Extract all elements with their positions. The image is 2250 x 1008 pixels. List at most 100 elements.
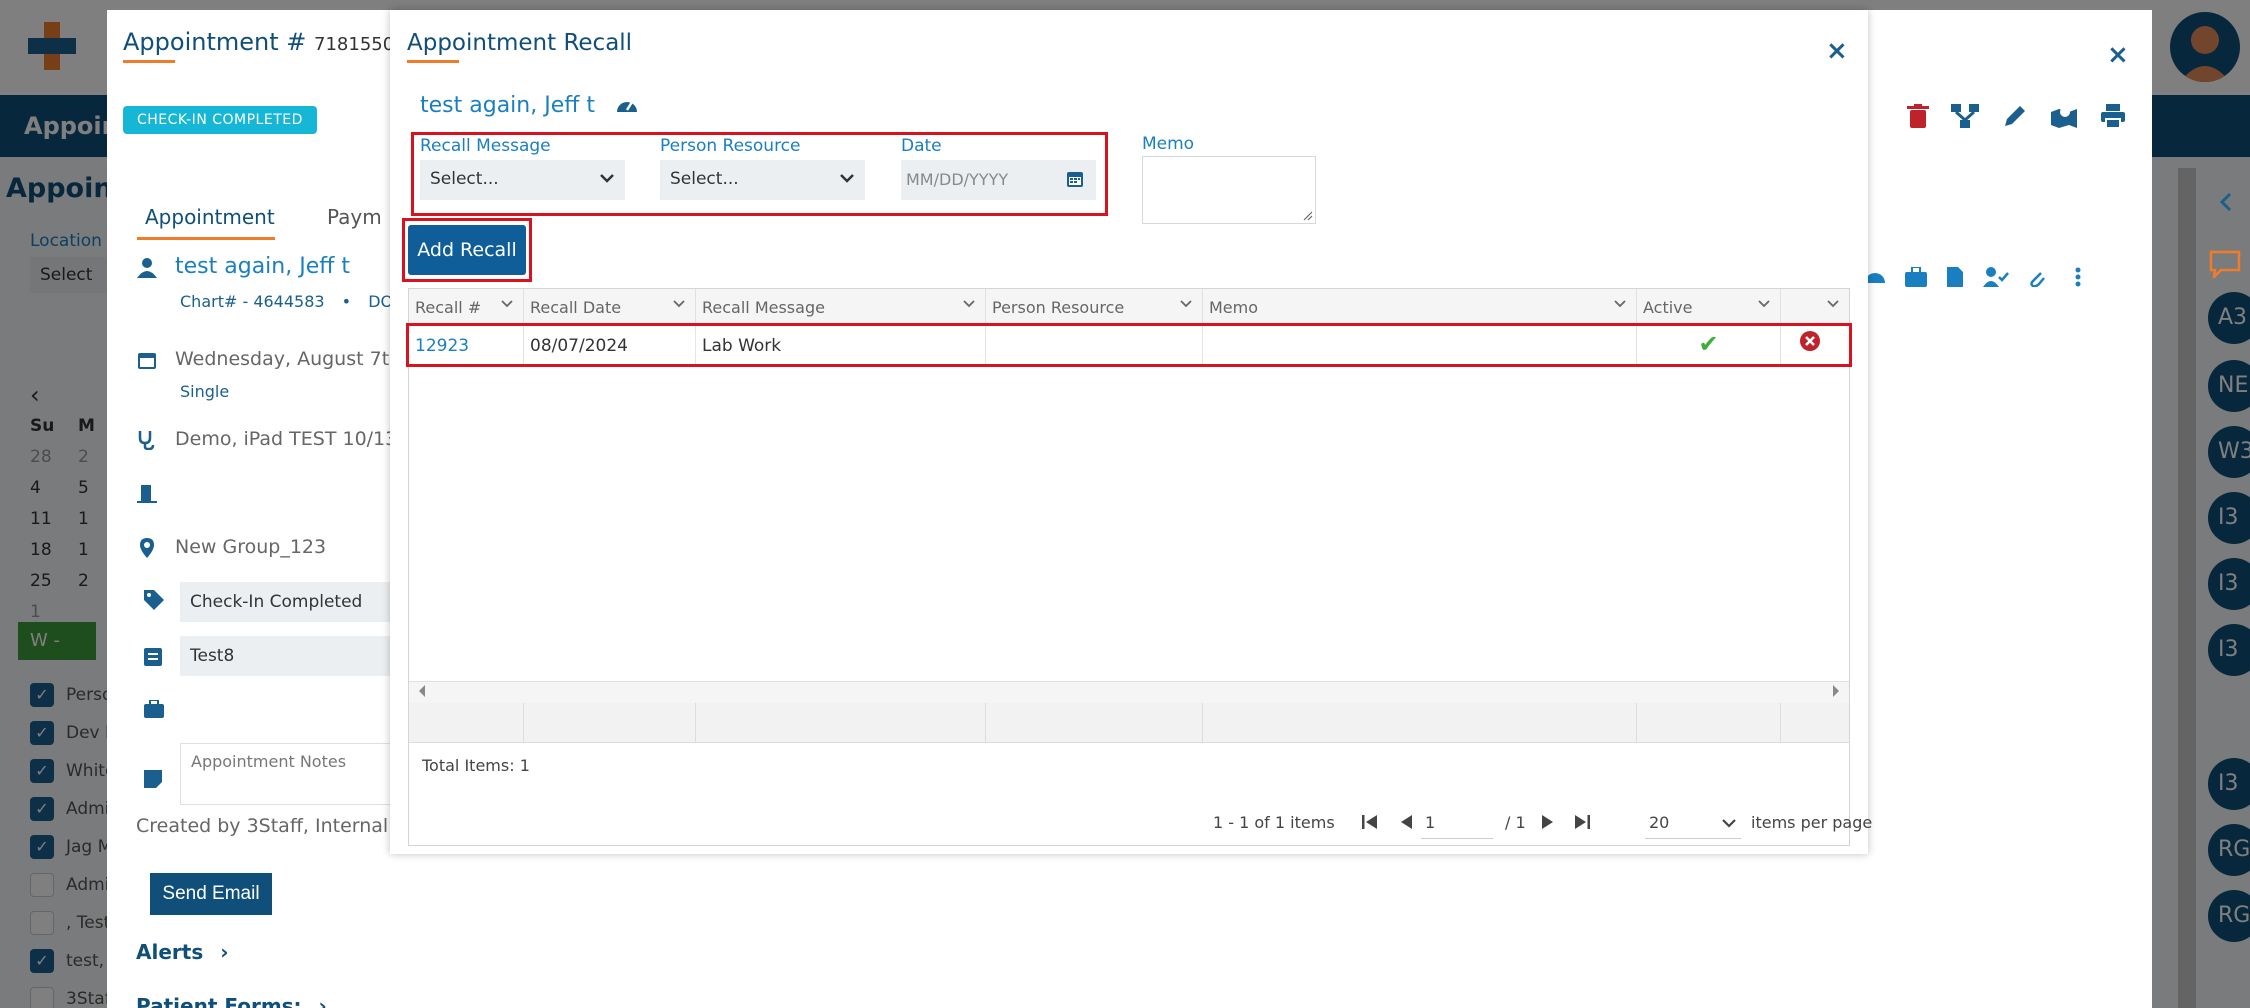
page-total: / 1 [1505,813,1526,832]
patient-forms-label: Patient Forms: [136,994,302,1008]
chart-number-text: Chart# - 4644583 [180,292,325,311]
recall-patient-name[interactable]: test again, Jeff t [420,93,595,118]
pager-summary: 1 - 1 of 1 items [1213,813,1335,832]
chevron-down-icon[interactable] [673,297,685,311]
chevron-left-icon[interactable] [2219,193,2233,211]
column-header-recall-message[interactable]: Recall Message [696,289,986,325]
scroll-left-icon[interactable] [417,684,427,698]
column-header-memo[interactable]: Memo [1203,289,1637,325]
date-label: Date [901,136,942,156]
page-number-input[interactable]: 1 [1421,807,1493,839]
tab-underline [137,237,275,240]
appointment-title-text: Appointment # [123,28,307,56]
clipboard-icon [144,648,162,666]
last-page-icon[interactable] [1573,813,1591,831]
user-check-icon[interactable] [1983,267,2009,287]
scroll-right-icon[interactable] [1831,684,1841,698]
column-header-person-resource[interactable]: Person Resource [986,289,1203,325]
footer-cell [524,703,696,743]
chevron-down-icon[interactable] [1758,297,1770,311]
close-icon[interactable]: × [1826,36,1848,66]
prev-page-icon[interactable] [1399,813,1413,831]
chevron-down-icon [1722,819,1736,828]
chevron-down-icon[interactable] [1827,297,1839,311]
footer-cell [696,703,986,743]
close-icon[interactable]: × [2107,40,2129,70]
user-icon [137,257,157,278]
items-per-page-value: 20 [1649,813,1670,832]
column-header-text: Recall # [415,298,482,317]
appointment-number: 7181550 [314,34,395,55]
patient-name-link[interactable]: test again, Jeff t [175,254,350,279]
paperclip-icon[interactable] [2027,267,2045,287]
patient-row: test again, Jeff t [137,254,350,279]
title-underline [123,60,175,63]
person-resource-label: Person Resource [660,136,801,156]
alerts-link[interactable]: Alerts › [136,940,228,964]
recall-message-label: Recall Message [420,136,551,156]
appointment-notes-input[interactable]: Appointment Notes [180,743,400,805]
footer-cell [986,703,1203,743]
footer-cell [1203,703,1637,743]
trash-icon[interactable] [1907,104,1929,128]
tab-appointment[interactable]: Appointment [145,205,275,229]
map-marker-icon[interactable] [2051,104,2077,128]
total-items-text: Total Items: 1 [422,756,530,775]
first-page-icon[interactable] [1361,813,1379,831]
title-underline [407,60,459,63]
pencil-icon[interactable] [2003,104,2027,128]
provider-row: Demo, iPad TEST 10/13 [137,428,397,450]
column-header-text: Active [1643,298,1693,317]
calendar-icon [138,352,156,369]
recall-row-highlight [406,323,1852,367]
reason-field[interactable]: Test8 [180,636,400,676]
recurrence-label: Single [180,382,230,401]
created-by-text: Created by 3Staff, Internal on [136,815,418,837]
footer-cell [409,703,524,743]
chat-icon[interactable] [2209,250,2241,278]
memo-label: Memo [1142,134,1195,154]
resize-grip-icon[interactable] [1303,211,1313,221]
column-header-actions[interactable] [1781,289,1849,325]
patient-forms-link[interactable]: Patient Forms: › [136,994,327,1008]
add-recall-button[interactable]: Add Recall [408,225,526,275]
chevron-down-icon[interactable] [963,297,975,311]
appointment-recall-modal: Appointment Recall × test again, Jeff t … [390,10,1872,854]
date-row: Wednesday, August 7th [137,348,401,370]
dashboard-icon[interactable] [1865,267,1885,287]
provider-name: Demo, iPad TEST 10/13 [175,428,398,450]
recall-message-value: Select... [430,169,499,189]
dashboard-icon[interactable] [616,95,638,117]
date-input[interactable]: MM/DD/YYYY [901,160,1096,200]
footer-cell [1637,703,1781,743]
next-page-icon[interactable] [1541,813,1555,831]
calendar-icon[interactable] [1066,170,1084,188]
more-vertical-icon[interactable] [2075,267,2081,287]
column-header-active[interactable]: Active [1637,289,1781,325]
date-placeholder: MM/DD/YYYY [906,170,1009,189]
chevron-down-icon[interactable] [501,297,513,311]
person-resource-select[interactable]: Select... [660,160,865,200]
print-icon[interactable] [2101,104,2125,128]
bullet-separator: • [341,292,352,311]
column-header-text: Memo [1209,298,1259,317]
memo-textarea[interactable] [1142,156,1316,224]
recall-message-select[interactable]: Select... [420,160,625,200]
grid-footer [409,703,1849,743]
chevron-down-icon[interactable] [1614,297,1626,311]
items-per-page-select[interactable]: 20 [1645,807,1741,839]
status-field[interactable]: Check-In Completed [180,582,400,622]
column-header-recall-date[interactable]: Recall Date [524,289,696,325]
column-header-recall-no[interactable]: Recall # [409,289,524,325]
recall-grid: Recall # Recall Date Recall Message Pers… [408,288,1872,846]
chevron-down-icon[interactable] [1180,297,1192,311]
items-per-page-label: items per page [1751,813,1873,832]
hierarchy-icon[interactable] [1951,104,1979,128]
horizontal-scrollbar[interactable] [409,681,1849,703]
send-email-button[interactable]: Send Email [150,873,272,915]
tab-payment[interactable]: Paym [327,205,382,229]
briefcase-icon[interactable] [1905,267,1927,287]
column-header-text: Person Resource [992,298,1125,317]
document-icon[interactable] [1947,267,1963,287]
location-row: New Group_123 [137,536,326,558]
